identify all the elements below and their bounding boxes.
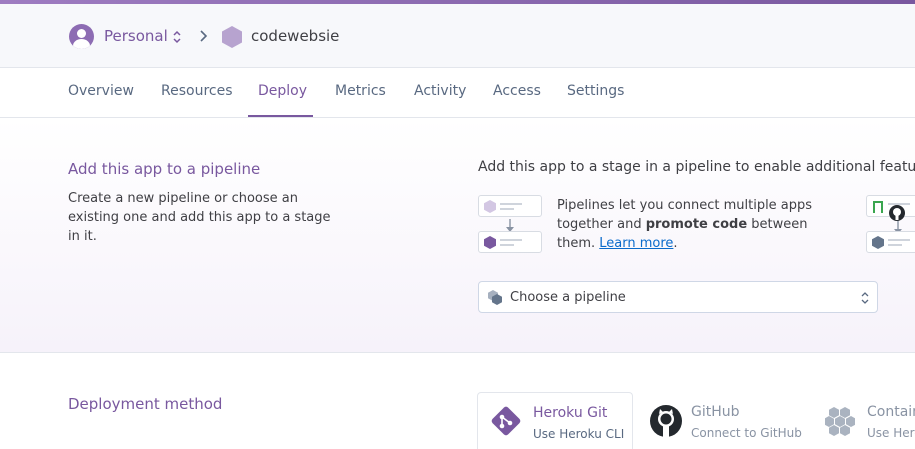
tab-metrics[interactable]: Metrics: [335, 83, 386, 99]
pipeline-cubes-icon: [488, 290, 502, 305]
learn-more-link[interactable]: Learn more: [599, 236, 673, 251]
hexagon-slate-icon: [872, 236, 884, 249]
pipeline-info-text: Pipelines let you connect multiple apps …: [557, 198, 813, 251]
method-subtitle: Use Heroku CLI: [533, 427, 625, 441]
chevron-up-down-icon[interactable]: [172, 29, 182, 45]
method-heroku-git[interactable]: Heroku Git Use Heroku CLI: [477, 392, 633, 449]
github-icon: [650, 405, 682, 437]
container-registry-icon: [825, 407, 855, 436]
pipeline-section-title: Add this app to a pipeline: [68, 160, 261, 178]
method-subtitle: Use Hero: [867, 426, 915, 440]
account-name[interactable]: Personal: [104, 27, 168, 45]
method-container-registry[interactable]: Contain Use Hero: [815, 392, 915, 449]
tab-access[interactable]: Access: [493, 83, 541, 99]
app-tabs: Overview Resources Deploy Metrics Activi…: [0, 68, 915, 118]
active-tab-indicator: [248, 115, 313, 117]
tab-activity[interactable]: Activity: [414, 83, 466, 99]
github-icon: [889, 205, 905, 221]
tab-overview[interactable]: Overview: [68, 83, 134, 99]
app-name[interactable]: codewebsie: [251, 27, 339, 45]
git-icon: [491, 406, 521, 436]
pipeline-illustration-card-bottom: [478, 231, 542, 253]
method-github[interactable]: GitHub Connect to GitHub: [640, 392, 805, 449]
tab-resources[interactable]: Resources: [161, 83, 233, 99]
tab-deploy[interactable]: Deploy: [258, 83, 307, 99]
pipeline-section-description: Create a new pipeline or choose an exist…: [68, 191, 331, 244]
method-title: Heroku Git: [533, 405, 608, 421]
user-avatar-icon[interactable]: [69, 24, 94, 49]
method-subtitle: Connect to GitHub: [691, 426, 802, 440]
github-illustration-card-bottom: [866, 231, 915, 253]
method-title: Contain: [867, 404, 915, 420]
pipeline-select[interactable]: Choose a pipeline: [478, 281, 878, 313]
branch-icon: [873, 201, 883, 213]
hexagon-app-icon: [222, 26, 242, 48]
chevron-up-down-icon: [861, 292, 869, 304]
tab-settings[interactable]: Settings: [567, 83, 624, 99]
method-title: GitHub: [691, 404, 740, 420]
hexagon-dark-icon: [484, 236, 496, 249]
stage-heading: Add this app to a stage in a pipeline to…: [478, 159, 915, 175]
pipeline-select-label: Choose a pipeline: [510, 290, 626, 305]
hexagon-light-icon: [484, 200, 496, 213]
chevron-right-icon: [200, 30, 208, 42]
pipeline-section: Add this app to a pipeline Create a new …: [0, 118, 915, 353]
app-header: Personal codewebsie: [0, 4, 915, 68]
pipeline-illustration-card-top: [478, 195, 542, 217]
deployment-method-title: Deployment method: [68, 395, 223, 413]
